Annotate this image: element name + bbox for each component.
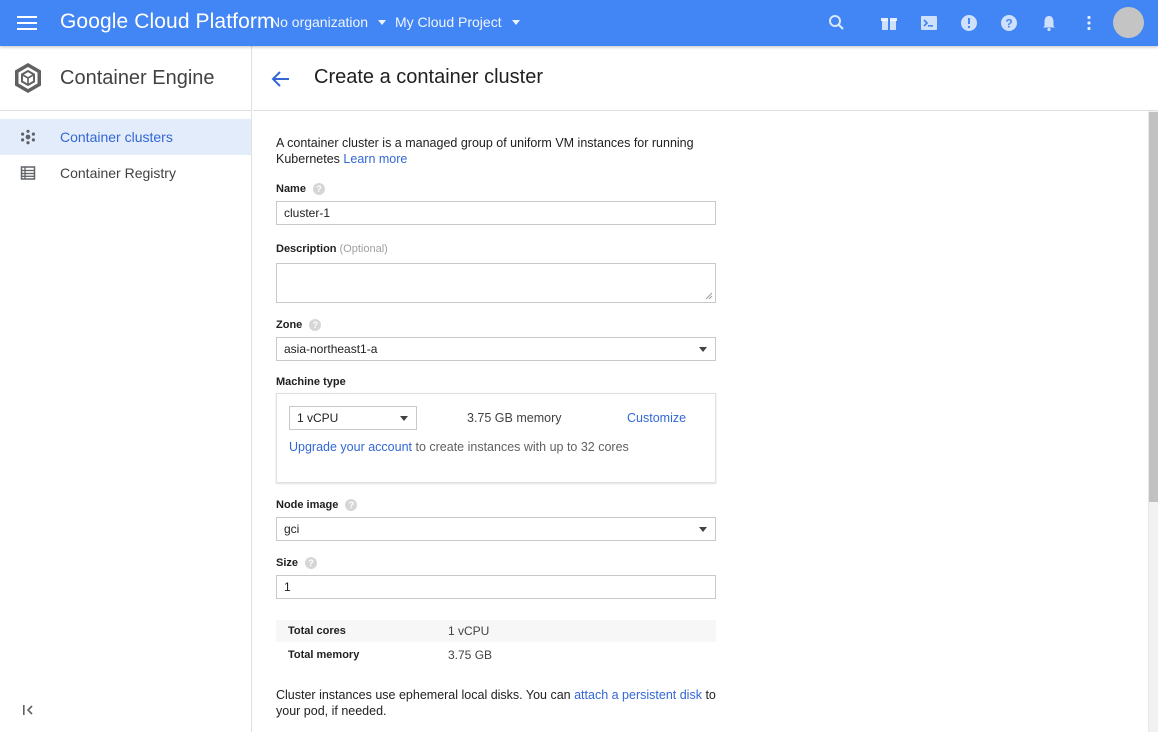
zone-select[interactable]: asia-northeast1-a	[276, 337, 716, 361]
page-header: Create a container cluster	[253, 46, 1158, 111]
footnote-text: Cluster instances use ephemeral local di…	[276, 688, 571, 702]
help-icon[interactable]: ?	[345, 499, 358, 511]
sidebar: Container Engine Container clusters Cont…	[0, 46, 252, 732]
more-vert-icon[interactable]	[1079, 13, 1099, 33]
menu-icon[interactable]	[16, 13, 40, 33]
node-image-value: gci	[284, 522, 300, 536]
project-selector[interactable]: My Cloud Project	[395, 14, 520, 30]
intro-description: A container cluster is a managed group o…	[276, 136, 694, 166]
cloud-shell-icon[interactable]	[919, 13, 939, 33]
svg-text:?: ?	[1005, 17, 1012, 31]
container-engine-logo-icon	[12, 61, 44, 95]
zone-label-text: Zone	[276, 319, 303, 331]
summary-row-total-cores: Total cores 1 vCPU	[276, 620, 716, 642]
gift-icon[interactable]	[879, 13, 899, 33]
size-label-text: Size	[276, 557, 299, 569]
help-icon[interactable]: ?	[305, 557, 318, 569]
sidebar-item-container-clusters[interactable]: Container clusters	[0, 119, 251, 155]
brand-title[interactable]: Google Cloud Platform	[60, 10, 275, 34]
attach-persistent-disk-link[interactable]: attach a persistent disk	[574, 688, 702, 702]
notifications-icon[interactable]	[1039, 13, 1059, 33]
machine-type-label: Machine type	[276, 376, 346, 388]
zone-value: asia-northeast1-a	[284, 342, 378, 356]
clusters-icon	[20, 129, 36, 145]
upgrade-note-text: to create instances with up to 32 cores	[415, 440, 629, 454]
chevron-down-icon	[511, 19, 520, 25]
chevron-down-icon	[378, 19, 387, 25]
learn-more-link[interactable]: Learn more	[343, 152, 407, 166]
name-label-text: Name	[276, 183, 306, 195]
help-icon[interactable]: ?	[309, 319, 322, 331]
sidebar-header: Container Engine	[0, 46, 251, 111]
feedback-icon[interactable]	[959, 13, 979, 33]
disk-footnote: Cluster instances use ephemeral local di…	[276, 687, 721, 719]
size-input[interactable]: 1	[276, 575, 716, 599]
avatar[interactable]	[1113, 7, 1144, 38]
sidebar-item-label: Container clusters	[60, 129, 173, 145]
customize-link[interactable]: Customize	[627, 411, 686, 425]
name-label: Name ?	[276, 183, 325, 195]
zone-label: Zone ?	[276, 319, 322, 331]
top-app-bar: Google Cloud Platform No organization My…	[0, 0, 1158, 46]
page-title: Create a container cluster	[314, 66, 544, 88]
size-label: Size ?	[276, 557, 318, 569]
description-label: Description (Optional)	[276, 243, 388, 255]
organization-selector[interactable]: No organization	[270, 14, 387, 30]
upgrade-note: Upgrade your account to create instances…	[289, 440, 629, 454]
scrollbar-thumb[interactable]	[1149, 112, 1158, 502]
memory-value: 3.75 GB memory	[467, 411, 562, 425]
description-textarea[interactable]	[276, 263, 716, 303]
organization-label: No organization	[270, 14, 369, 30]
project-label: My Cloud Project	[395, 14, 502, 30]
back-arrow-icon[interactable]	[270, 68, 292, 90]
sidebar-title: Container Engine	[60, 67, 215, 89]
search-icon[interactable]	[827, 13, 847, 33]
dropdown-arrow-icon	[699, 347, 707, 352]
resize-handle-icon[interactable]	[705, 292, 713, 300]
dropdown-arrow-icon	[699, 527, 707, 532]
node-image-label-text: Node image	[276, 499, 339, 511]
machine-type-label-text: Machine type	[276, 376, 346, 388]
summary-key: Total cores	[288, 625, 346, 637]
registry-icon	[20, 165, 36, 181]
vcpu-value: 1 vCPU	[297, 411, 339, 425]
node-image-select[interactable]: gci	[276, 517, 716, 541]
help-icon[interactable]: ?	[999, 13, 1019, 33]
name-input[interactable]: cluster-1	[276, 201, 716, 225]
optional-hint: (Optional)	[339, 243, 388, 255]
summary-value: 3.75 GB	[448, 648, 493, 662]
sidebar-item-container-registry[interactable]: Container Registry	[0, 155, 251, 191]
help-icon[interactable]: ?	[312, 183, 325, 195]
vcpu-select[interactable]: 1 vCPU	[289, 406, 417, 430]
summary-row-total-memory: Total memory 3.75 GB	[276, 644, 716, 666]
node-image-label: Node image ?	[276, 499, 358, 511]
collapse-sidebar-icon[interactable]	[20, 702, 36, 718]
upgrade-account-link[interactable]: Upgrade your account	[289, 440, 412, 454]
dropdown-arrow-icon	[400, 416, 408, 421]
description-label-text: Description	[276, 243, 337, 255]
summary-key: Total memory	[288, 649, 360, 661]
sidebar-item-label: Container Registry	[60, 165, 176, 181]
machine-type-panel: 1 vCPU 3.75 GB memory Customize Upgrade …	[276, 393, 716, 483]
intro-text: A container cluster is a managed group o…	[276, 135, 716, 167]
summary-value: 1 vCPU	[448, 624, 490, 638]
